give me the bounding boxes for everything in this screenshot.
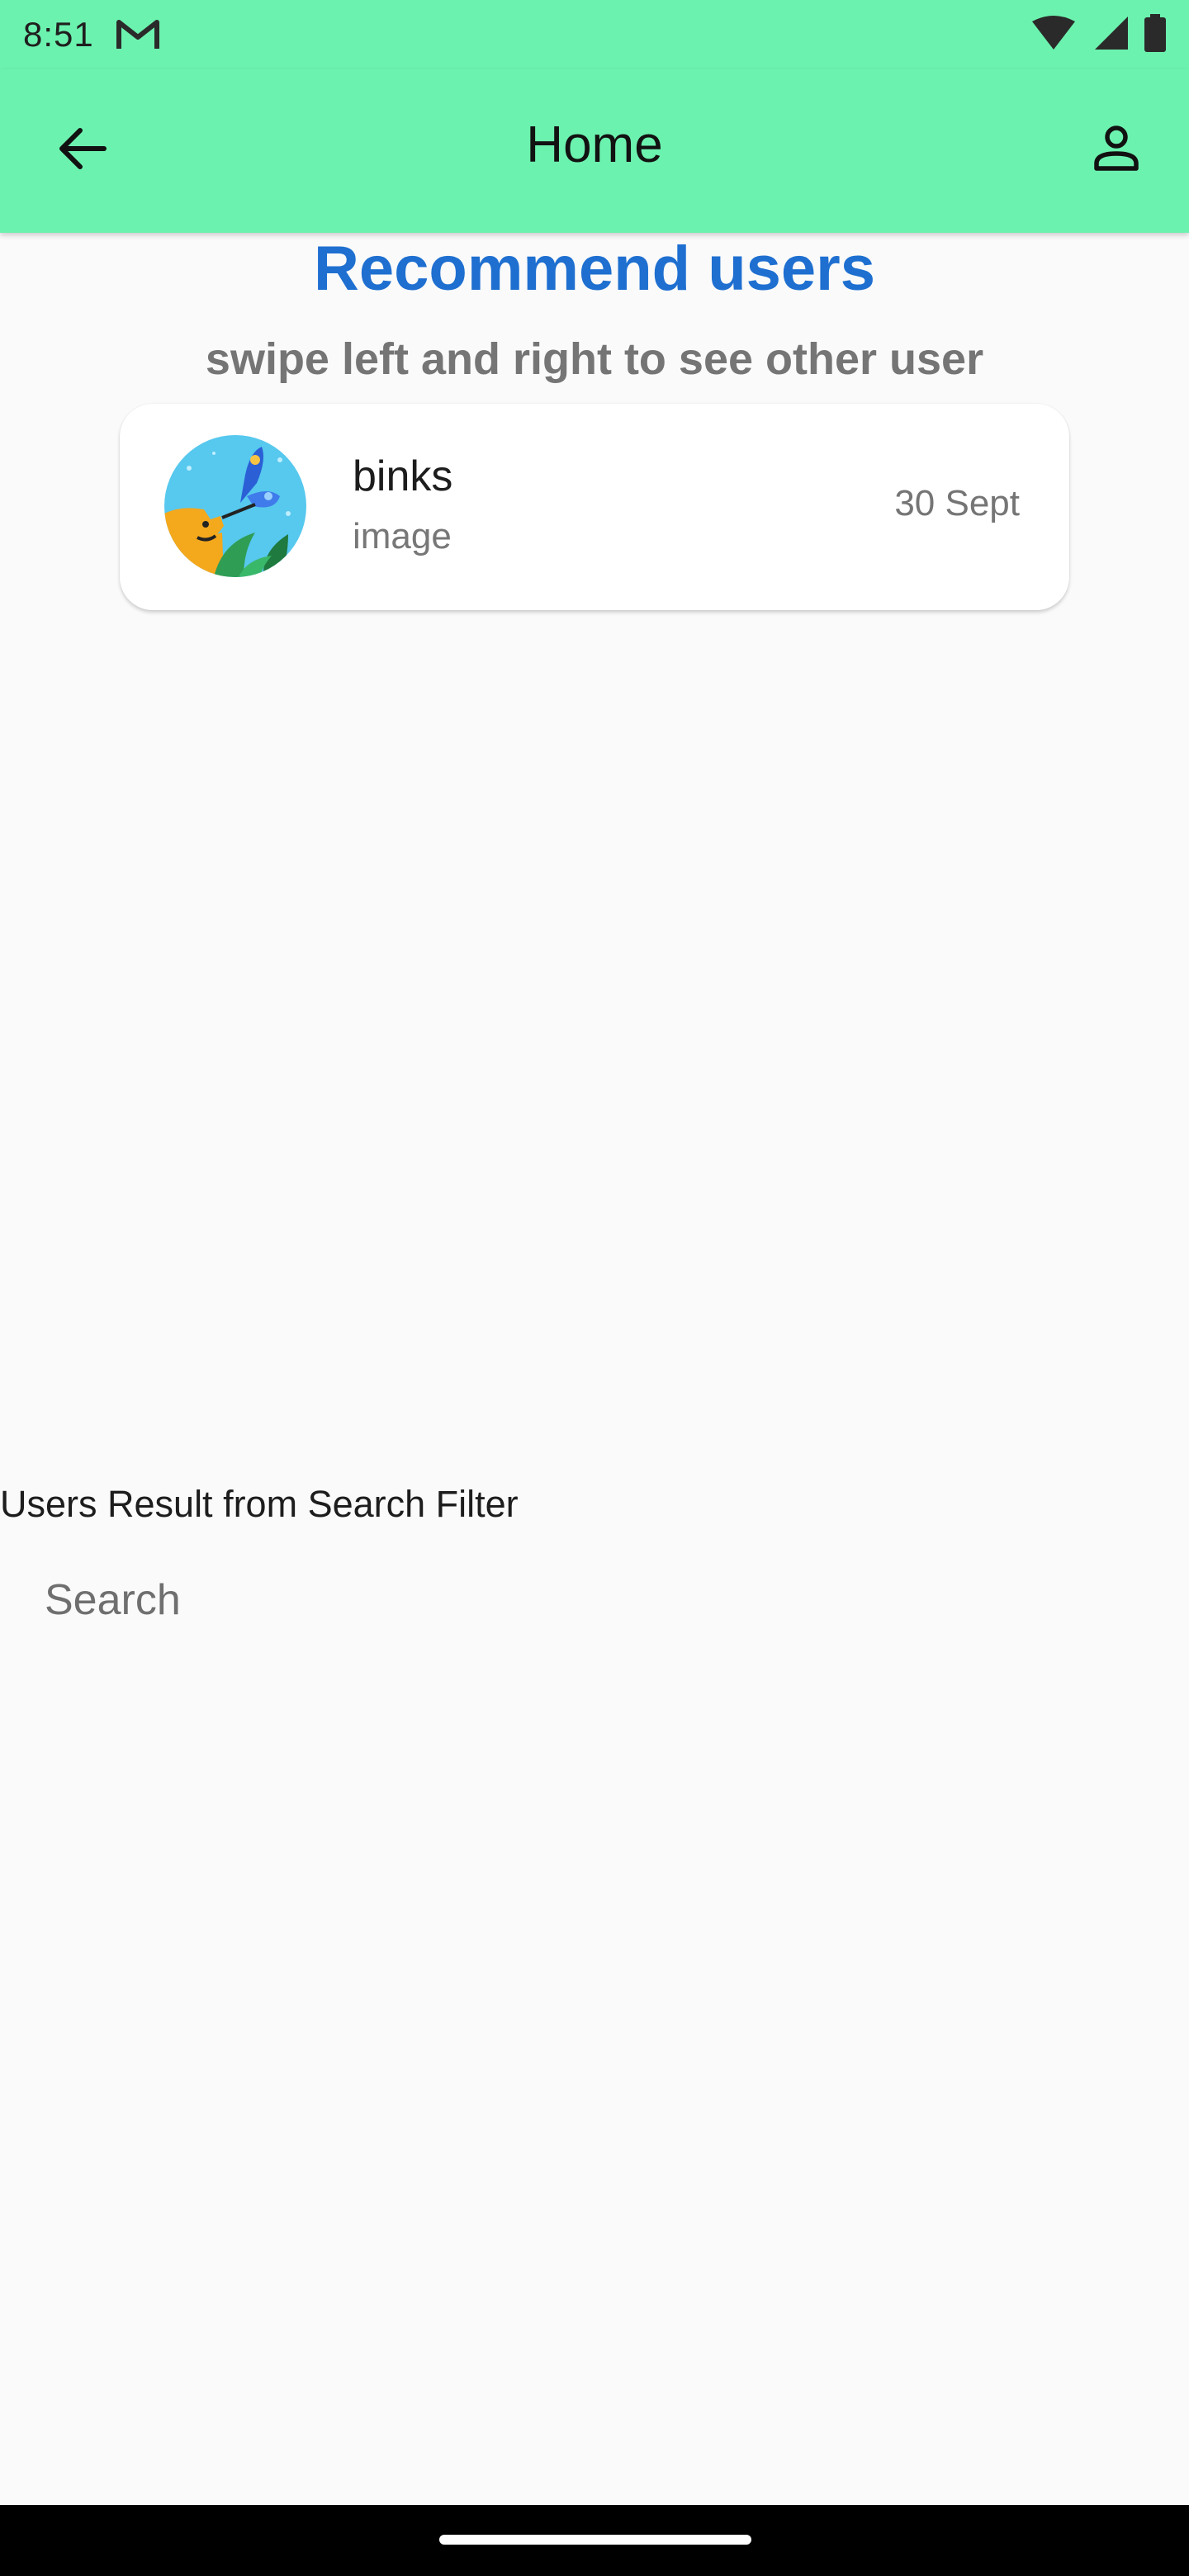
recommended-user-card[interactable]: binks image 30 Sept	[120, 404, 1069, 610]
home-indicator[interactable]	[439, 2535, 751, 2545]
profile-button[interactable]	[1073, 107, 1159, 193]
search-input[interactable]	[0, 1559, 1189, 1641]
signal-icon	[1092, 15, 1130, 55]
gmail-icon	[116, 17, 160, 52]
battery-icon	[1144, 13, 1166, 56]
status-time: 8:51	[23, 15, 94, 54]
wifi-icon	[1030, 15, 1077, 55]
recommend-title: Recommend users	[313, 234, 876, 304]
user-name: binks	[353, 452, 453, 500]
page-title: Home	[526, 116, 663, 173]
user-date: 30 Sept	[894, 483, 1020, 523]
person-icon	[1092, 125, 1140, 177]
butterfly-avatar-icon	[164, 435, 306, 577]
system-icons	[1030, 13, 1166, 56]
user-subtitle: image	[353, 516, 452, 556]
recommend-subtitle: swipe left and right to see other user	[205, 334, 984, 384]
status-bar: 8:51	[0, 0, 1189, 69]
system-navigation-bar	[0, 2505, 1189, 2576]
app-bar: Home	[0, 69, 1189, 233]
search-results-label: Users Result from Search Filter	[0, 1483, 519, 1525]
